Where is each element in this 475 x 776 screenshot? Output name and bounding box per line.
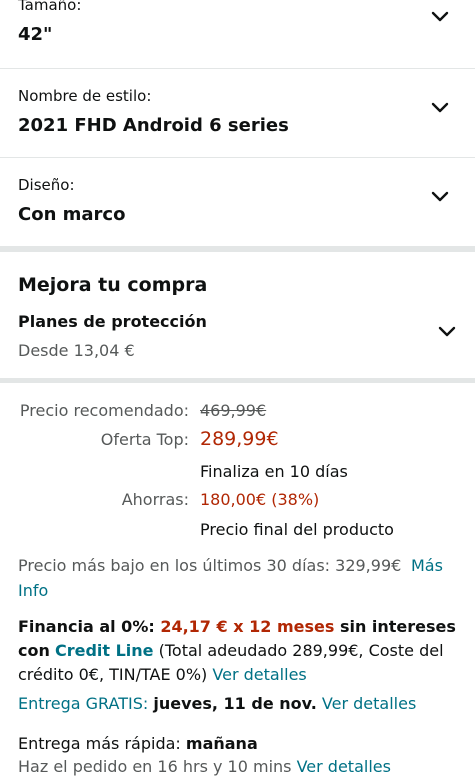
final-price-note: Precio final del producto bbox=[200, 520, 394, 539]
chevron-down-icon[interactable] bbox=[430, 190, 450, 204]
free-delivery-label[interactable]: Entrega GRATIS: bbox=[18, 694, 148, 713]
financing-line-1: Financia al 0%: 24,17 € x 12 meses sin i… bbox=[18, 617, 456, 636]
fast-delivery-label: Entrega más rápida: bbox=[18, 734, 181, 753]
protection-plan-price: Desde 13,04 € bbox=[18, 341, 135, 360]
financing-amount: 24,17 € x 12 meses bbox=[160, 617, 335, 636]
financing-total: (Total adeudado 289,99€, Coste del bbox=[158, 641, 444, 660]
financing-con: con bbox=[18, 641, 50, 660]
protection-plan-row[interactable]: Planes de protección Desde 13,04 € bbox=[0, 310, 475, 366]
variant-style-label: Nombre de estilo: bbox=[18, 87, 152, 105]
fast-delivery-details-link[interactable]: Ver detalles bbox=[297, 757, 391, 776]
free-delivery-details-link[interactable]: Ver detalles bbox=[322, 694, 416, 713]
financing-label: Financia al 0%: bbox=[18, 617, 155, 636]
upgrade-section: Mejora tu compra Planes de protección De… bbox=[0, 252, 475, 376]
more-info-link-cont[interactable]: Info bbox=[18, 581, 48, 600]
variant-style-row[interactable]: Nombre de estilo: 2021 FHD Android 6 ser… bbox=[0, 69, 475, 158]
credit-line-link[interactable]: Credit Line bbox=[55, 641, 154, 660]
upgrade-title: Mejora tu compra bbox=[18, 274, 208, 296]
fast-delivery-line: Entrega más rápida: mañana bbox=[18, 734, 258, 753]
chevron-down-icon[interactable] bbox=[437, 325, 457, 339]
savings-value: 180,00€ (38%) bbox=[200, 490, 320, 509]
financing-details-link[interactable]: Ver detalles bbox=[212, 665, 306, 684]
protection-plan-title: Planes de protección bbox=[18, 312, 207, 331]
free-delivery-date: jueves, 11 de nov. bbox=[153, 694, 317, 713]
variant-design-row[interactable]: Diseño: Con marco bbox=[0, 158, 475, 244]
variant-design-value: Con marco bbox=[18, 204, 126, 225]
more-info-link[interactable]: Más bbox=[411, 556, 443, 575]
fast-delivery-date: mañana bbox=[185, 734, 258, 753]
financing-cost: crédito 0€, TIN/TAE 0%) bbox=[18, 665, 208, 684]
section-divider bbox=[0, 378, 475, 383]
offer-price-label: Oferta Top: bbox=[100, 430, 189, 449]
financing-line-2: con Credit Line (Total adeudado 289,99€,… bbox=[18, 641, 444, 660]
chevron-down-icon[interactable] bbox=[430, 101, 450, 115]
offer-price: 289,99€ bbox=[200, 428, 279, 450]
variant-style-value: 2021 FHD Android 6 series bbox=[18, 115, 289, 136]
variant-size-row[interactable]: Tamaño: 42" bbox=[0, 0, 475, 69]
financing-tail: sin intereses bbox=[339, 617, 456, 636]
variant-design-label: Diseño: bbox=[18, 176, 75, 194]
list-price: 469,99€ bbox=[200, 401, 267, 420]
chevron-down-icon[interactable] bbox=[430, 10, 450, 24]
savings-label: Ahorras: bbox=[121, 490, 189, 509]
free-delivery-line: Entrega GRATIS: jueves, 11 de nov. Ver d… bbox=[18, 694, 416, 713]
offer-ends: Finaliza en 10 días bbox=[200, 462, 348, 481]
variant-size-value: 42" bbox=[18, 24, 53, 45]
lowest-price-text: Precio más bajo en los últimos 30 días: … bbox=[18, 556, 402, 575]
variant-size-label: Tamaño: bbox=[18, 0, 82, 14]
order-within-text: Haz el pedido en 16 hrs y 10 mins bbox=[18, 757, 292, 776]
order-within-line: Haz el pedido en 16 hrs y 10 mins Ver de… bbox=[18, 757, 391, 776]
list-price-label: Precio recomendado: bbox=[19, 401, 189, 420]
financing-line-3: crédito 0€, TIN/TAE 0%) Ver detalles bbox=[18, 665, 307, 684]
